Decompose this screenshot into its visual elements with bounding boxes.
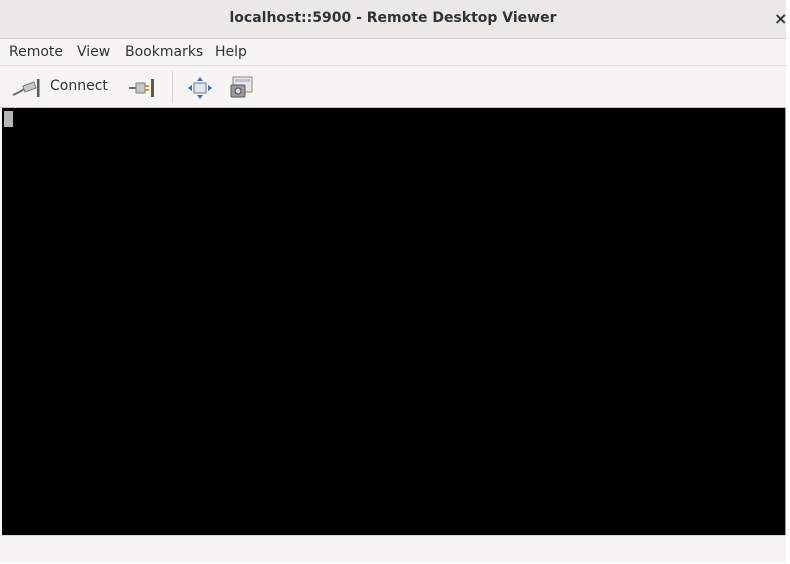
app-window: localhost::5900 - Remote Desktop Viewer … <box>0 0 787 562</box>
text-cursor <box>4 111 13 127</box>
close-button[interactable]: × <box>774 9 790 29</box>
connect-button[interactable]: Connect <box>8 70 113 104</box>
menu-help[interactable]: Help <box>215 44 247 60</box>
statusbar <box>0 535 786 562</box>
titlebar: localhost::5900 - Remote Desktop Viewer … <box>0 0 787 39</box>
connect-plug-icon <box>12 78 40 102</box>
toolbar-separator <box>172 71 173 103</box>
fit-view-icon <box>188 77 212 103</box>
menubar: Remote View Bookmarks Help <box>0 39 786 66</box>
fit-view-button[interactable] <box>183 70 217 104</box>
disconnect-plug-icon <box>128 77 158 103</box>
connect-label: Connect <box>50 78 108 94</box>
remote-desktop-view[interactable] <box>2 108 785 535</box>
menu-remote[interactable]: Remote <box>9 44 63 60</box>
menu-view[interactable]: View <box>77 44 110 60</box>
screenshot-icon <box>230 76 254 102</box>
toolbar: Connect <box>0 66 786 108</box>
screenshot-button[interactable] <box>225 70 259 104</box>
disconnect-button[interactable] <box>124 70 160 104</box>
window-title: localhost::5900 - Remote Desktop Viewer <box>229 10 557 26</box>
menu-bookmarks[interactable]: Bookmarks <box>125 44 203 60</box>
